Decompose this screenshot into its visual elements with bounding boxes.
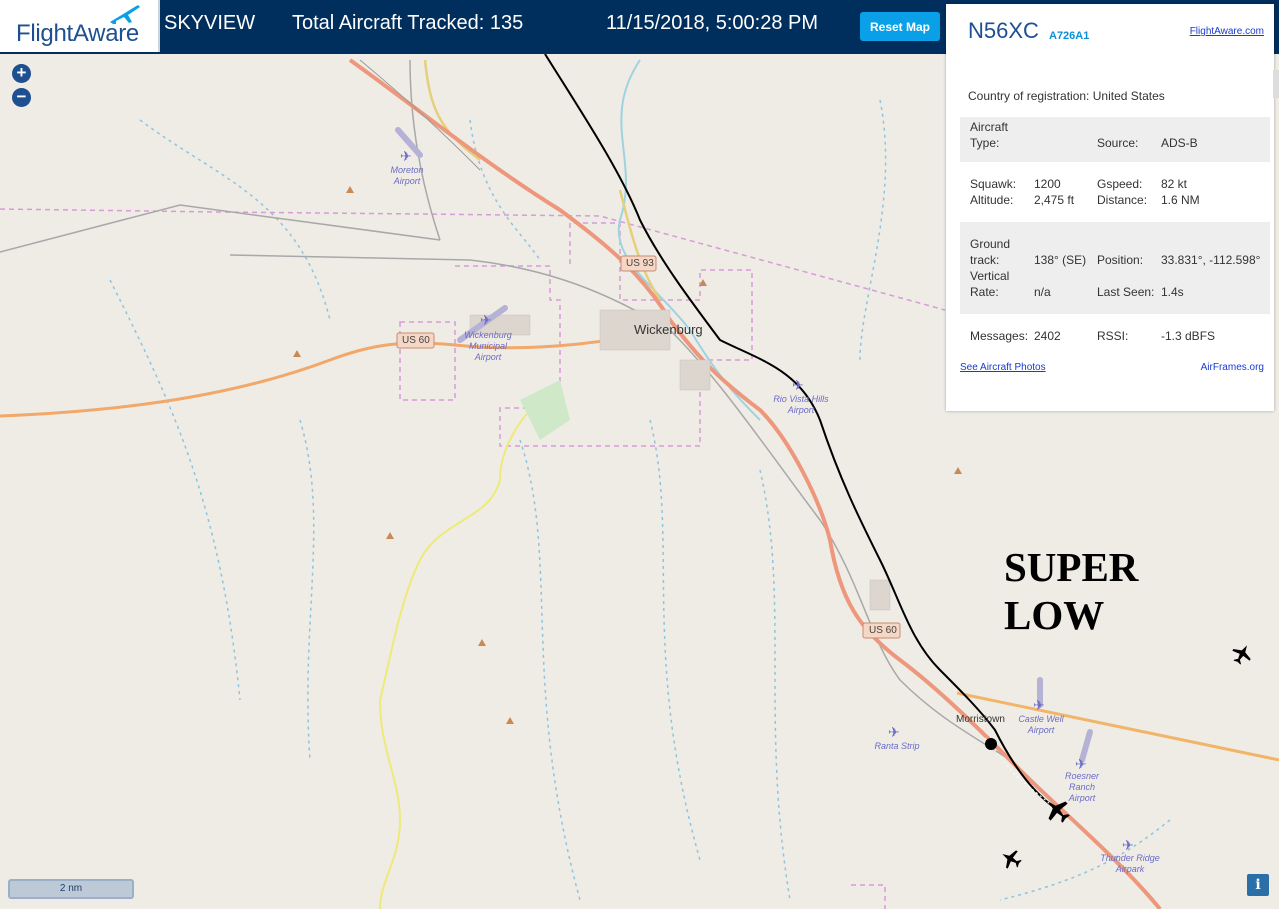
town-areas — [469, 309, 891, 611]
distance-label: Distance: — [1097, 193, 1148, 207]
source-value: ADS-B — [1161, 136, 1198, 150]
airport-label-wickenburg: Wickenburg Municipal Airport — [464, 330, 512, 362]
ground-track-value: 138° (SE) — [1034, 253, 1087, 267]
airport-label-ranta: Ranta Strip — [874, 741, 920, 751]
secondary-roads — [0, 59, 662, 418]
zoom-in-button[interactable]: + — [12, 64, 31, 83]
annotation-line-1: SUPER — [1004, 544, 1139, 590]
airport-icon: ✈ — [1122, 837, 1134, 853]
airport-icon: ✈ — [1033, 697, 1045, 713]
ground-track-label: Ground track: — [970, 237, 1011, 267]
airport-icon: ✈ — [792, 377, 804, 393]
highway-label-us93: US 93 — [626, 258, 654, 269]
rssi-value: -1.3 dBFS — [1161, 329, 1216, 343]
country-value: United States — [1092, 89, 1165, 103]
flightaware-logo[interactable]: FlightAware — [0, 0, 160, 52]
plane-logo-icon — [110, 5, 140, 24]
datetime-display: 11/15/2018, 5:00:28 PM — [606, 12, 819, 34]
position-label: Position: — [1097, 253, 1144, 267]
town-label-wickenburg: Wickenburg — [634, 322, 703, 337]
annotation-line-2: LOW — [1004, 592, 1105, 638]
airport-icon: ✈ — [480, 312, 492, 328]
position-value: 33.831°, -112.598° — [1161, 253, 1261, 267]
see-aircraft-photos-link[interactable]: See Aircraft Photos — [960, 362, 1046, 373]
last-seen-value: 1.4s — [1161, 285, 1184, 299]
airport-label-castle-well: Castle Well Airport — [1018, 714, 1064, 735]
panel-scrollbar[interactable] — [1273, 70, 1279, 98]
country-label: Country of registration: — [968, 89, 1090, 103]
airport-label-rio-vista: Rio Vista Hills Airport — [773, 394, 829, 415]
town-label-morristown: Morristown — [956, 714, 1005, 725]
selected-aircraft-marker[interactable] — [985, 738, 997, 750]
messages-label: Messages: — [970, 329, 1029, 343]
aircraft-info-panel: N56XC A726A1 FlightAware.com Country of … — [946, 4, 1274, 411]
squawk-label: Squawk: — [970, 177, 1017, 191]
info-row-type: Aircraft Type: Source: ADS-B — [960, 117, 1270, 162]
airport-label-moreton: Moreton Airport — [390, 165, 424, 186]
aircraft-type-label: Aircraft Type: — [970, 120, 1009, 150]
vertical-rate-label: Vertical Rate: — [970, 269, 1010, 299]
aircraft-icao: A726A1 — [1049, 30, 1090, 42]
map-info-button[interactable]: i — [1247, 874, 1269, 896]
airport-label-roesner: Roesner Ranch Airport — [1064, 771, 1100, 803]
last-seen-label: Last Seen: — [1097, 285, 1155, 299]
highway-label-us60-east: US 60 — [869, 625, 897, 636]
total-aircraft-tracked: Total Aircraft Tracked: 135 — [292, 12, 524, 34]
squawk-value: 1200 — [1034, 177, 1061, 191]
airport-icon: ✈ — [888, 724, 900, 740]
aircraft-callsign: N56XC — [968, 18, 1039, 43]
aircraft-icon[interactable] — [1228, 640, 1255, 667]
reset-map-button[interactable]: Reset Map — [860, 12, 940, 41]
scale-bar: 2 nm — [8, 879, 134, 899]
altitude-label: Altitude: — [970, 193, 1014, 207]
green-area — [520, 380, 570, 440]
vertical-rate-value: n/a — [1034, 285, 1051, 299]
gspeed-value: 82 kt — [1161, 177, 1188, 191]
altitude-value: 2,475 ft — [1034, 193, 1075, 207]
airport-label-thunder-ridge: Thunder Ridge Airpark — [1100, 853, 1160, 874]
messages-value: 2402 — [1034, 329, 1061, 343]
gspeed-label: Gspeed: — [1097, 177, 1143, 191]
zoom-out-button[interactable]: − — [12, 88, 31, 107]
country-of-registration: Country of registration: United States — [968, 89, 1165, 103]
aircraft-icon[interactable] — [997, 845, 1024, 872]
boundary-lines — [0, 208, 946, 909]
minor-roads — [0, 59, 1011, 761]
airframes-link[interactable]: AirFrames.org — [1201, 362, 1264, 373]
airport-icon: ✈ — [400, 148, 412, 164]
info-row-messages: Messages: 2402 RSSI: -1.3 dBFS — [960, 322, 1270, 352]
info-row-squawk: Squawk: 1200 Gspeed: 82 kt Altitude: 2,4… — [960, 174, 1270, 214]
rssi-label: RSSI: — [1097, 329, 1129, 343]
source-label: Source: — [1097, 136, 1139, 150]
highway-label-us60-west: US 60 — [402, 335, 430, 346]
info-row-track: Ground track: 138° (SE) Position: 33.831… — [960, 222, 1270, 314]
app-title: SKYVIEW — [164, 12, 256, 34]
super-low-annotation: SUPER LOW — [1004, 543, 1138, 639]
flightaware-link[interactable]: FlightAware.com — [1190, 26, 1264, 37]
distance-value: 1.6 NM — [1161, 193, 1200, 207]
yellow-trail — [378, 384, 561, 909]
